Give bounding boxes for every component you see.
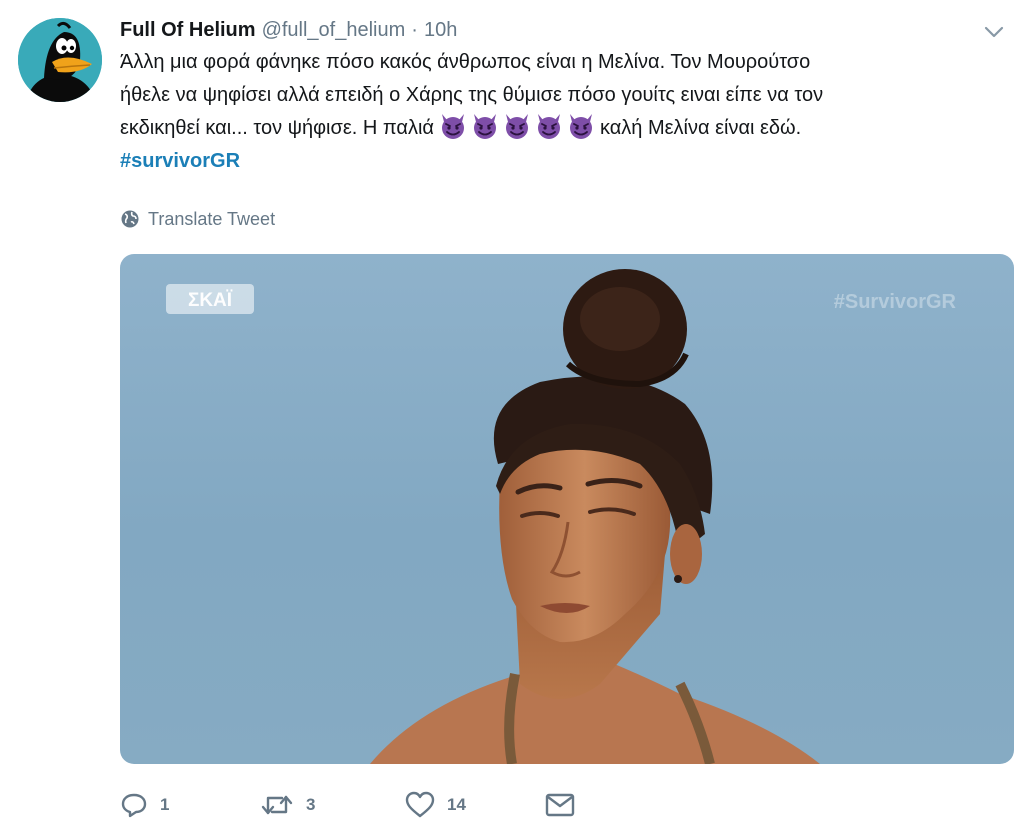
tweet-text-fragment: εκδικηθεί και... τον ψήφισε. Η παλιά xyxy=(120,117,434,139)
like-count: 14 xyxy=(447,795,466,814)
smiling-devil-emoji xyxy=(537,114,560,139)
author-handle[interactable]: @full_of_helium xyxy=(262,19,406,42)
smiling-devil-emoji xyxy=(569,114,592,139)
contestant-photo: ΣΚΑΪ #SurvivorGR xyxy=(166,269,957,764)
smiling-devil-emoji xyxy=(441,114,464,139)
tweet-header: Full Of Helium @full_of_helium · 10h xyxy=(120,16,457,44)
author-display-name[interactable]: Full Of Helium xyxy=(120,19,256,42)
more-options-caret[interactable] xyxy=(982,20,1006,44)
daffy-duck-icon xyxy=(18,18,102,102)
avatar[interactable] xyxy=(18,18,102,102)
tweet-actions: 1 3 14 xyxy=(120,788,575,822)
smiling-devil-emoji xyxy=(473,114,496,139)
tweet-media-image[interactable]: ΣΚΑΪ #SurvivorGR xyxy=(120,254,1014,764)
reply-count: 1 xyxy=(160,795,170,814)
tweet-text-line: ήθελε να ψηφίσει αλλά επειδή ο Χάρης της… xyxy=(120,84,824,106)
tweet-text-line: εκδικηθεί και... τον ψήφισε. Η παλιά καλή… xyxy=(120,112,1000,145)
translate-label: Translate Tweet xyxy=(148,208,276,229)
chevron-down-icon xyxy=(984,26,1004,38)
tweet-text-line: Άλλη μια φορά φάνηκε πόσο κακός άνθρωπος… xyxy=(120,51,811,73)
translate-tweet-button[interactable]: Translate Tweet xyxy=(120,206,275,232)
emoji-group xyxy=(438,112,596,140)
like-button[interactable]: 14 xyxy=(405,791,545,819)
globe-icon xyxy=(121,210,139,228)
heart-icon xyxy=(405,791,435,818)
reply-icon xyxy=(121,793,147,818)
direct-message-button[interactable] xyxy=(545,792,575,818)
smiling-devil-emoji xyxy=(505,114,528,139)
tweet-text-fragment: καλή Μελίνα είναι εδώ. xyxy=(599,117,802,139)
retweet-icon xyxy=(261,795,293,815)
hashtag-link[interactable]: #survivorGR xyxy=(120,150,240,172)
tweet-timestamp[interactable]: 10h xyxy=(424,19,457,42)
broadcast-watermark: #SurvivorGR xyxy=(834,291,957,313)
header-separator: · xyxy=(411,18,418,41)
reply-button[interactable]: 1 xyxy=(120,791,260,819)
envelope-icon xyxy=(545,793,575,817)
retweet-count: 3 xyxy=(306,795,316,814)
tweet-text: Άλλη μια φορά φάνηκε πόσο κακός άνθρωπος… xyxy=(120,46,1000,178)
retweet-button[interactable]: 3 xyxy=(260,791,405,819)
channel-logo-text: ΣΚΑΪ xyxy=(188,290,233,311)
